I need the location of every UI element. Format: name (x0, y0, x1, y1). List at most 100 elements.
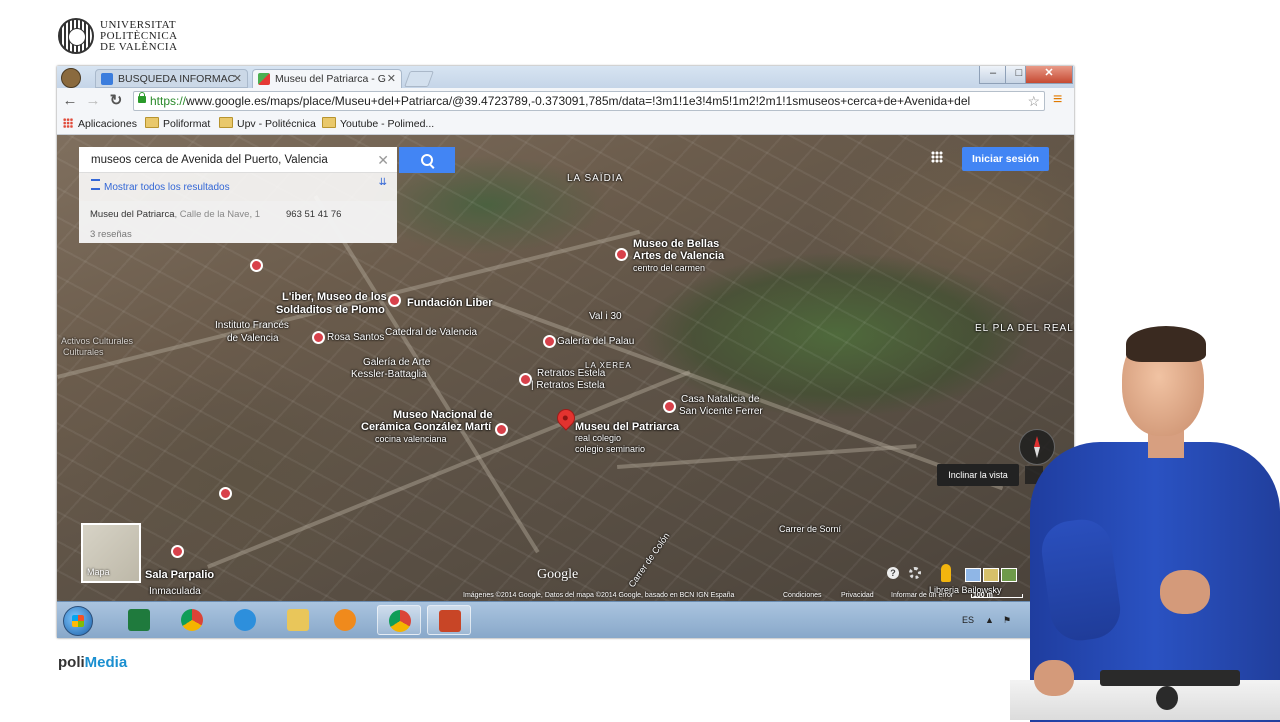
bookmark-aplicaciones[interactable]: Aplicaciones (63, 114, 137, 134)
layer-thumbnail-icon[interactable] (983, 568, 999, 582)
privacy-link[interactable]: Privacidad (841, 591, 874, 601)
new-tab-button[interactable] (404, 71, 434, 87)
sign-in-button[interactable]: Iniciar sesión (962, 147, 1049, 171)
profile-avatar-icon[interactable] (61, 68, 81, 88)
upv-wordmark: UNIVERSITAT POLITÈCNICA DE VALÈNCIA (100, 19, 178, 53)
map-label-museu-patriarca[interactable]: Museu del Patriarca (575, 421, 679, 433)
gear-icon[interactable] (909, 567, 921, 579)
expand-chevron-icon[interactable]: ⇊ (379, 177, 387, 188)
folder-icon (219, 117, 233, 128)
taskbar-excel[interactable] (117, 605, 161, 635)
terms-link[interactable]: Condiciones (783, 591, 822, 601)
map-type-toggle[interactable]: Mapa (81, 523, 141, 583)
google-logo: Google (537, 567, 578, 583)
bookmarks-bar: Aplicaciones Poliformat Upv - Politécnic… (57, 114, 1074, 135)
map-search-input[interactable]: museos cerca de Avenida del Puerto, Vale… (79, 147, 397, 173)
map-label-ceramica-2[interactable]: Cerámica González Martí (361, 421, 491, 433)
tray-expand-icon[interactable]: ▲ (985, 602, 994, 638)
back-button[interactable]: ← (61, 92, 79, 110)
map-label-carrer-colon: Carrer de Colón (626, 530, 672, 590)
clear-search-icon[interactable]: ✕ (377, 147, 389, 173)
keyboard (1100, 670, 1240, 686)
taskbar-media-player[interactable] (323, 605, 367, 635)
google-maps-icon (258, 73, 270, 85)
map-label-liber-2[interactable]: Soldaditos de Plomo (276, 304, 385, 316)
list-icon (91, 179, 100, 190)
google-logo-text: Google (537, 567, 579, 582)
help-icon[interactable]: ? (887, 567, 899, 579)
map-label-bellas-artes-2[interactable]: Artes de Valencia (633, 250, 724, 262)
forward-button[interactable]: → (84, 92, 102, 110)
tilt-tooltip: Inclinar la vista (937, 464, 1019, 486)
taskbar-ie[interactable] (223, 605, 267, 635)
search-result-item[interactable]: Museu del Patriarca, Calle de la Nave, 1… (79, 201, 397, 243)
museum-pin-icon[interactable] (171, 545, 184, 558)
reload-button[interactable]: ↻ (107, 92, 125, 110)
chrome-menu-icon[interactable]: ≡ (1053, 91, 1067, 109)
windows-start-button[interactable] (63, 606, 93, 636)
minimize-button[interactable]: – (979, 66, 1007, 84)
close-icon: ✕ (1044, 67, 1054, 79)
satellite-map[interactable]: LA SAÏDIA Museo de Bellas Artes de Valen… (57, 135, 1074, 601)
tab-museu-patriarca[interactable]: Museu del Patriarca - G ✕ (252, 69, 402, 88)
map-label-galeria-arte-2: Kessler-Battaglia (351, 369, 427, 380)
folder-icon (322, 117, 336, 128)
bookmark-poliformat[interactable]: Poliformat (145, 114, 210, 134)
close-window-button[interactable]: ✕ (1025, 66, 1073, 84)
search-query-text: museos cerca de Avenida del Puerto, Vale… (91, 154, 328, 166)
bookmark-label: Upv - Politécnica (237, 118, 316, 130)
apps-icon (63, 118, 73, 128)
tab-busqueda[interactable]: BUSQUEDA INFORMAC ✕ (95, 69, 248, 88)
tab-close-icon[interactable]: ✕ (387, 70, 396, 88)
bookmark-star-icon[interactable]: ☆ (1027, 92, 1040, 110)
map-label-real-colegio: real colegio (575, 433, 622, 443)
map-street (207, 370, 691, 569)
report-error-link[interactable]: Informar de un error (891, 591, 953, 601)
place-pin-icon[interactable] (543, 335, 556, 348)
map-label-retratos: Retratos Estela (537, 368, 606, 379)
map-street (617, 444, 917, 469)
language-indicator[interactable]: ES (962, 602, 974, 638)
taskbar-chrome-open[interactable] (377, 605, 421, 635)
museum-pin-icon[interactable] (250, 259, 263, 272)
chrome-icon (389, 610, 411, 632)
folder-icon (145, 117, 159, 128)
media-player-icon (334, 609, 356, 631)
map-label-ceramica[interactable]: Museo Nacional de (393, 409, 493, 421)
taskbar-explorer[interactable] (276, 605, 320, 635)
taskbar-chrome[interactable] (170, 605, 214, 635)
windows-taskbar: ES ▲ ⚑ (57, 601, 1074, 638)
bookmark-youtube[interactable]: Youtube - Polimed... (322, 114, 434, 134)
map-label-fundacion-liber[interactable]: Fundación Liber (407, 297, 493, 309)
map-street (475, 295, 1004, 491)
search-button[interactable] (399, 147, 455, 173)
mouse-icon (1156, 686, 1178, 710)
layer-thumbnail-icon[interactable] (965, 568, 981, 582)
address-bar[interactable]: https://www.google.es/maps/place/Museu+d… (133, 91, 1045, 111)
map-label-sala-parpalio[interactable]: Sala Parpalio (145, 569, 214, 581)
museum-pin-icon[interactable] (388, 294, 401, 307)
museum-pin-icon[interactable] (663, 400, 676, 413)
map-label-colegio-seminario: colegio seminario (575, 444, 646, 454)
imagery-credit: Imágenes ©2014 Google, Datos del mapa ©2… (463, 592, 735, 599)
map-label-bellas-artes[interactable]: Museo de Bellas (633, 238, 719, 250)
presenter-video (1010, 320, 1280, 722)
pegman-icon[interactable] (941, 564, 951, 582)
place-pin-icon[interactable] (219, 487, 232, 500)
show-all-results-link[interactable]: Mostrar todos los resultados (91, 179, 230, 193)
map-label-liber[interactable]: L'iber, Museo de los (282, 291, 387, 303)
bookmark-label: Aplicaciones (78, 118, 137, 130)
museum-pin-icon[interactable] (495, 423, 508, 436)
upv-logo: UNIVERSITAT POLITÈCNICA DE VALÈNCIA (58, 18, 178, 54)
result-reviews-link[interactable]: 3 reseñas (90, 229, 132, 240)
maximize-icon: □ (1015, 67, 1023, 79)
google-apps-icon[interactable] (931, 151, 943, 163)
polimedia-suffix: Media (84, 654, 128, 671)
museum-pin-icon[interactable] (615, 248, 628, 261)
taskbar-powerpoint[interactable] (427, 605, 471, 635)
search-panel: museos cerca de Avenida del Puerto, Vale… (79, 147, 397, 243)
place-pin-icon[interactable] (312, 331, 325, 344)
bookmark-upv[interactable]: Upv - Politécnica (219, 114, 316, 134)
tab-close-icon[interactable]: ✕ (233, 70, 242, 87)
tab-label: BUSQUEDA INFORMAC (118, 73, 236, 85)
